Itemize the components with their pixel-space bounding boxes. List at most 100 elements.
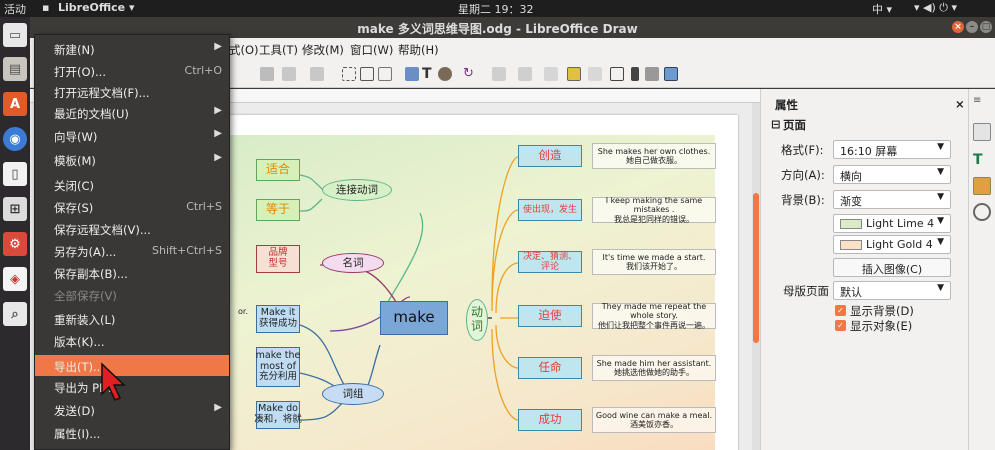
file-menu-item[interactable]: 导出为 PD... (35, 376, 229, 397)
crop-icon[interactable] (588, 67, 602, 81)
file-manager-icon[interactable]: ▤ (3, 57, 27, 81)
noun-node[interactable]: 名词 (322, 253, 384, 273)
verb-meaning-box[interactable]: 创造 (518, 145, 582, 167)
file-menu-item[interactable]: 保存(S) Ctrl+S (35, 196, 229, 217)
undo-icon[interactable] (282, 67, 296, 81)
file-menu-item[interactable]: 发送(D) ▶ (35, 399, 229, 420)
distribute-icon[interactable] (544, 67, 558, 81)
text-icon[interactable]: T (422, 67, 436, 81)
verb-meaning-box[interactable]: 决定、猜测、评论 (518, 251, 582, 273)
make-do-box[interactable]: Make do 凑和，将就 (254, 401, 302, 429)
example-sentence[interactable]: She made him her assistant. 她挑选他做她的助手。 (592, 355, 716, 381)
verb-meaning-box[interactable]: 使出现，发生 (518, 199, 582, 221)
drawing-page[interactable]: make 动 词 连接动词 名词 词组 适合 等于 品牌 型号 Make it … (230, 115, 738, 450)
make-it-box[interactable]: Make it 获得成功 (256, 305, 300, 333)
menu-window[interactable]: 窗口(W) (350, 42, 393, 58)
example-sentence[interactable]: She makes her own clothes. 她自己做衣服。 (592, 143, 716, 169)
transformations-icon[interactable]: ↻ (463, 67, 477, 81)
file-menu-item[interactable]: 打开(O)... Ctrl+O (35, 60, 229, 81)
menu-format[interactable]: 式(O) (229, 42, 259, 58)
points-icon[interactable] (610, 67, 624, 81)
redo-icon[interactable] (310, 67, 324, 81)
collapse-section-icon[interactable]: ⊟ (771, 117, 781, 131)
sidebar-menu-icon[interactable]: ≡ (973, 95, 991, 113)
center-node[interactable]: make (380, 301, 448, 335)
gallery-tab-icon[interactable] (973, 177, 991, 195)
shadow-icon[interactable] (567, 67, 581, 81)
image-icon[interactable] (405, 67, 419, 81)
input-method[interactable]: 中 ▾ (872, 1, 892, 17)
settings-icon[interactable]: ⚙ (3, 232, 27, 256)
app-menu[interactable]: LibreOffice ▾ (58, 1, 135, 14)
toggle-extrusion-icon[interactable] (645, 67, 659, 81)
file-menu-item[interactable]: 保存远程文档(V)... (35, 218, 229, 239)
gradient-color1-select[interactable]: Light Lime 4 ▼ (833, 214, 951, 233)
verb-meaning-box[interactable]: 迫使 (518, 305, 582, 327)
file-menu-item[interactable]: 重新装入(L) (35, 308, 229, 329)
menu-help[interactable]: 帮助(H) (398, 42, 439, 58)
toggle-sidebar-icon[interactable] (664, 67, 678, 81)
helplines-icon[interactable] (360, 67, 374, 81)
glue-points-icon[interactable] (631, 67, 639, 81)
connect-verb-node[interactable]: 连接动词 (322, 179, 392, 201)
file-menu-item[interactable]: 另存为(A)... Shift+Ctrl+S (35, 240, 229, 261)
zoom-pan-icon[interactable] (378, 67, 392, 81)
file-menu-item[interactable]: 关闭(C) (35, 174, 229, 195)
file-menu-item[interactable]: 新建(N) ▶ (35, 38, 229, 59)
master-page-select[interactable]: 默认 ▼ (833, 281, 951, 300)
become-box[interactable]: 等于 (256, 199, 300, 221)
file-menu-item[interactable]: 版本(K)... (35, 330, 229, 351)
example-sentence[interactable]: I keep making the same mistakes . 我总是犯同样的… (592, 196, 716, 224)
file-menu-item[interactable]: 最近的文档(U) ▶ (35, 102, 229, 123)
vertical-scrollbar[interactable] (752, 103, 760, 450)
maximize-window-icon[interactable]: □ (980, 21, 992, 33)
clone-format-icon[interactable] (260, 67, 274, 81)
navigator-tab-icon[interactable] (973, 203, 991, 221)
file-menu-item[interactable]: 打开远程文档(F)... (35, 81, 229, 102)
files-icon[interactable]: ▭ (3, 23, 27, 47)
format-select[interactable]: 16:10 屏幕 ▼ (833, 140, 951, 159)
minimize-window-icon[interactable]: – (966, 21, 978, 33)
brand-box[interactable]: 品牌 型号 (256, 245, 300, 273)
file-menu-item[interactable]: 导出(T)... (35, 355, 229, 376)
software-center-icon[interactable]: A (3, 92, 27, 116)
usb-icon[interactable]: ⊞ (3, 197, 27, 221)
close-window-icon[interactable]: × (952, 21, 964, 33)
grid-icon[interactable] (342, 67, 356, 81)
menu-tools[interactable]: 工具(T) (259, 42, 298, 58)
activities-button[interactable]: 活动 (4, 1, 26, 17)
file-menu-item[interactable]: 保存副本(B)... (35, 262, 229, 283)
styles-tab-icon[interactable]: T (973, 151, 991, 169)
show-objects-checkbox[interactable]: ✓ (835, 320, 846, 331)
scrollbar-thumb[interactable] (753, 193, 759, 343)
document-viewer-icon[interactable]: ◈ (3, 267, 27, 291)
chromium-icon[interactable]: ◉ (3, 127, 27, 151)
menu-modify[interactable]: 修改(M) (302, 42, 344, 58)
verb-node[interactable]: 动 词 (466, 299, 488, 341)
verb-meaning-box[interactable]: 成功 (518, 409, 582, 431)
show-background-checkbox[interactable]: ✓ (835, 305, 846, 316)
background-select[interactable]: 渐变 ▼ (833, 190, 951, 209)
make-most-box[interactable]: make the most of 充分利用 (256, 347, 300, 387)
fontwork-icon[interactable] (438, 67, 452, 81)
example-sentence[interactable]: They made me repeat the whole story. 他们让我… (592, 302, 716, 330)
insert-image-button[interactable]: 插入图像(C) (833, 258, 951, 277)
verb-meaning-box[interactable]: 任命 (518, 357, 582, 379)
status-icons[interactable]: ▾ ◀) ⏻ ▾ (914, 1, 957, 15)
example-sentence[interactable]: Good wine can make a meal. 酒美饭亦香。 (592, 407, 716, 433)
gradient-color2-select[interactable]: Light Gold 4 ▼ (833, 235, 951, 254)
phrase-node[interactable]: 词组 (322, 383, 384, 405)
orientation-select[interactable]: 横向 ▼ (833, 165, 951, 184)
search-tool-icon[interactable]: ⌕ (3, 302, 27, 326)
suit-box[interactable]: 适合 (256, 159, 300, 181)
libreoffice-draw-icon[interactable]: ▯ (3, 162, 27, 186)
close-sidebar-icon[interactable]: × (955, 97, 965, 111)
clock[interactable]: 星期二 19：32 (458, 1, 534, 17)
file-menu-item[interactable]: 模板(M) ▶ (35, 149, 229, 170)
file-menu-item[interactable]: 属性(I)... (35, 422, 229, 443)
properties-tab-icon[interactable] (973, 123, 991, 141)
file-menu-item[interactable]: 向导(W) ▶ (35, 125, 229, 146)
example-sentence[interactable]: It's time we made a start. 我们该开始了。 (592, 249, 716, 275)
arrange-icon[interactable] (518, 67, 532, 81)
align-icon[interactable] (492, 67, 506, 81)
